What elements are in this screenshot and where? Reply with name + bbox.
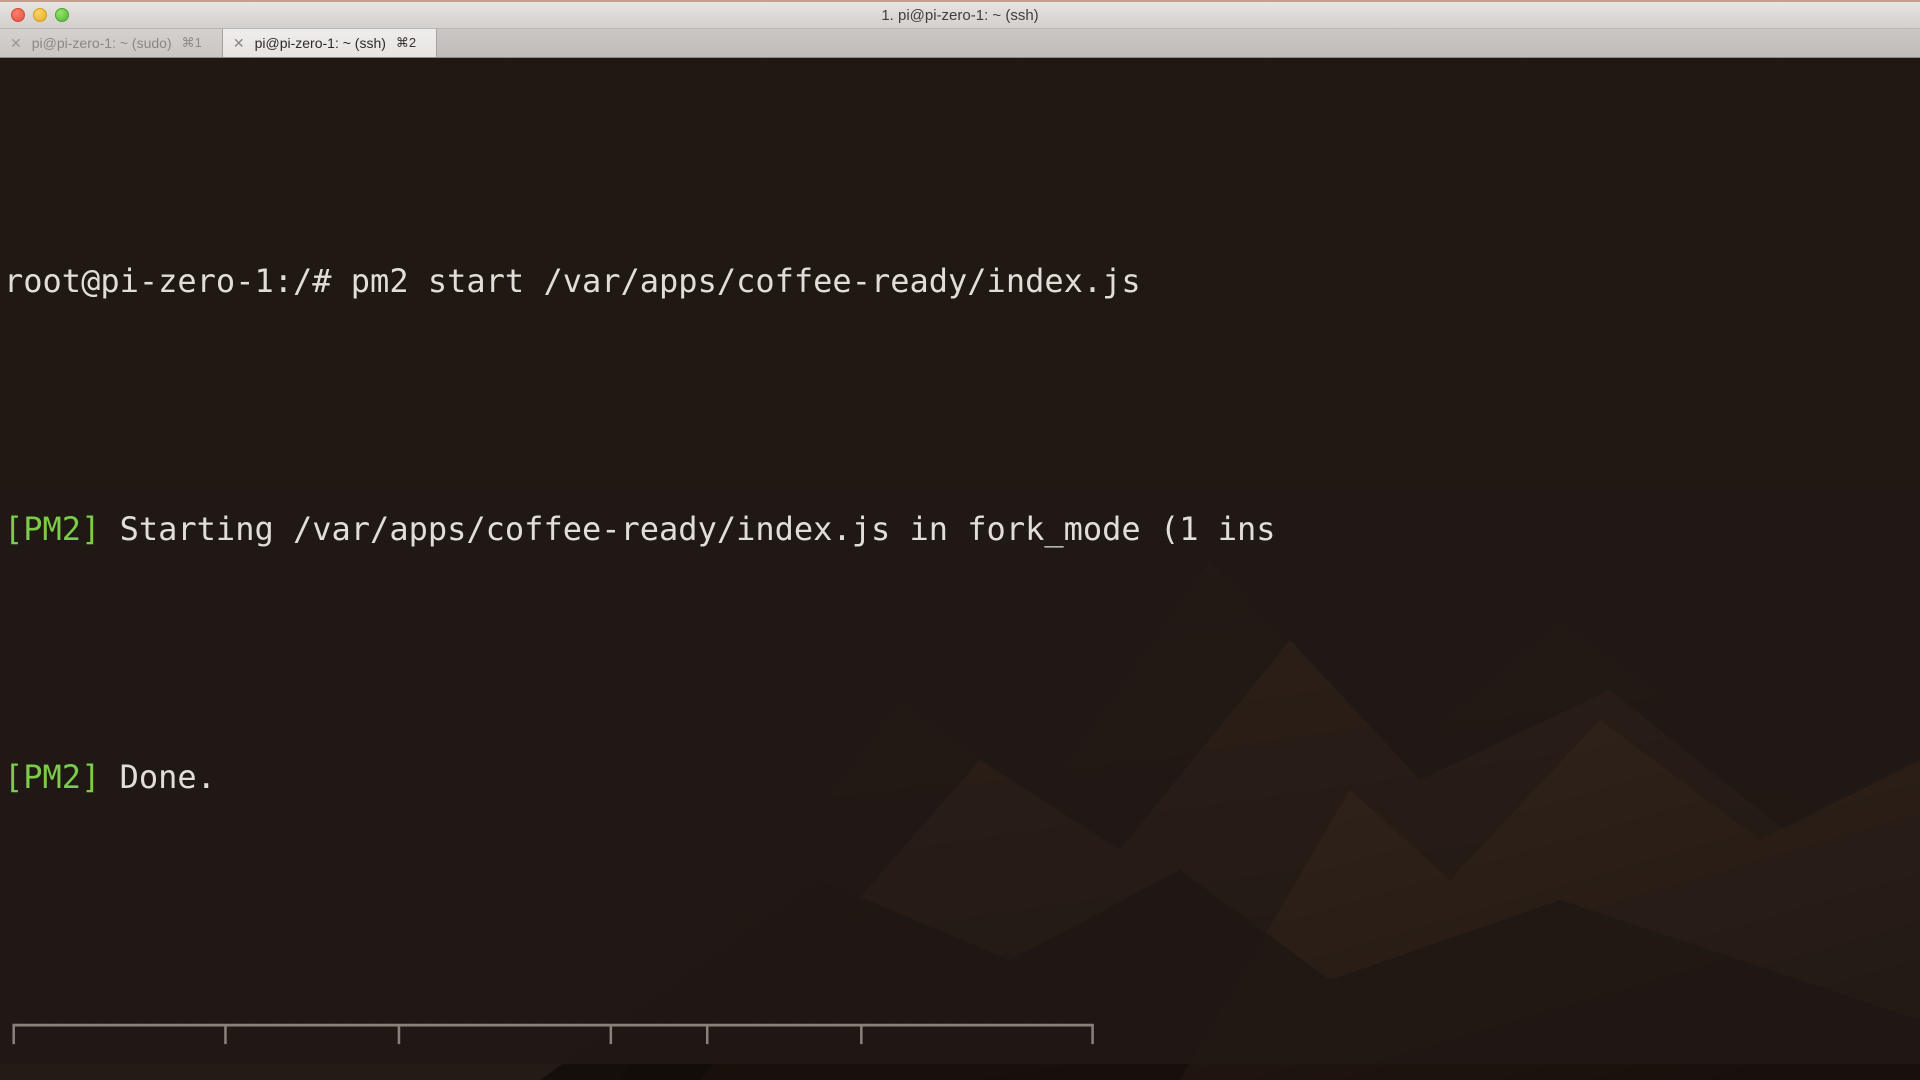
command-text (332, 262, 351, 300)
zoom-button[interactable] (55, 8, 69, 22)
tab-bar-filler (437, 29, 1920, 57)
window-titlebar: 1. pi@pi-zero-1: ~ (ssh) (0, 0, 1920, 29)
terminal-output[interactable]: root@pi-zero-1:/# pm2 start /var/apps/co… (0, 58, 1920, 1064)
terminal-line-command: root@pi-zero-1:/# pm2 start /var/apps/co… (4, 250, 1920, 312)
terminal-window: 1. pi@pi-zero-1: ~ (ssh) ✕ pi@pi-zero-1:… (0, 0, 1920, 1065)
shell-prompt: root@pi-zero-1:/# (4, 262, 332, 300)
window-controls (0, 8, 69, 22)
command-input: pm2 start /var/apps/coffee-ready/index.j… (350, 262, 1141, 300)
close-button[interactable] (11, 8, 25, 22)
tab-shortcut: ⌘1 (181, 35, 202, 50)
tab-sudo[interactable]: ✕ pi@pi-zero-1: ~ (sudo) ⌘1 (0, 29, 223, 57)
minimize-button[interactable] (33, 8, 47, 22)
tab-label: pi@pi-zero-1: ~ (ssh) (254, 35, 386, 51)
tab-label: pi@pi-zero-1: ~ (sudo) (31, 35, 172, 51)
terminal-line-done: [PM2] Done. (4, 746, 1920, 808)
pm2-tag: [PM2] (4, 510, 101, 548)
close-icon[interactable]: ✕ (233, 36, 245, 50)
close-icon[interactable]: ✕ (10, 36, 22, 50)
tab-ssh[interactable]: ✕ pi@pi-zero-1: ~ (ssh) ⌘2 (222, 29, 438, 57)
pm2-tag: [PM2] (4, 758, 101, 796)
tab-bar: ✕ pi@pi-zero-1: ~ (sudo) ⌘1 ✕ pi@pi-zero… (0, 29, 1920, 58)
window-title: 1. pi@pi-zero-1: ~ (ssh) (881, 6, 1039, 24)
tab-shortcut: ⌘2 (395, 35, 417, 50)
terminal-line-starting: [PM2] Starting /var/apps/coffee-ready/in… (4, 498, 1920, 560)
done-message: Done. (119, 758, 216, 796)
table-top-border: ┌──────────┬────────┬──────────┬────┬───… (4, 1006, 1103, 1044)
starting-message: Starting /var/apps/coffee-ready/index.js… (119, 510, 1276, 548)
